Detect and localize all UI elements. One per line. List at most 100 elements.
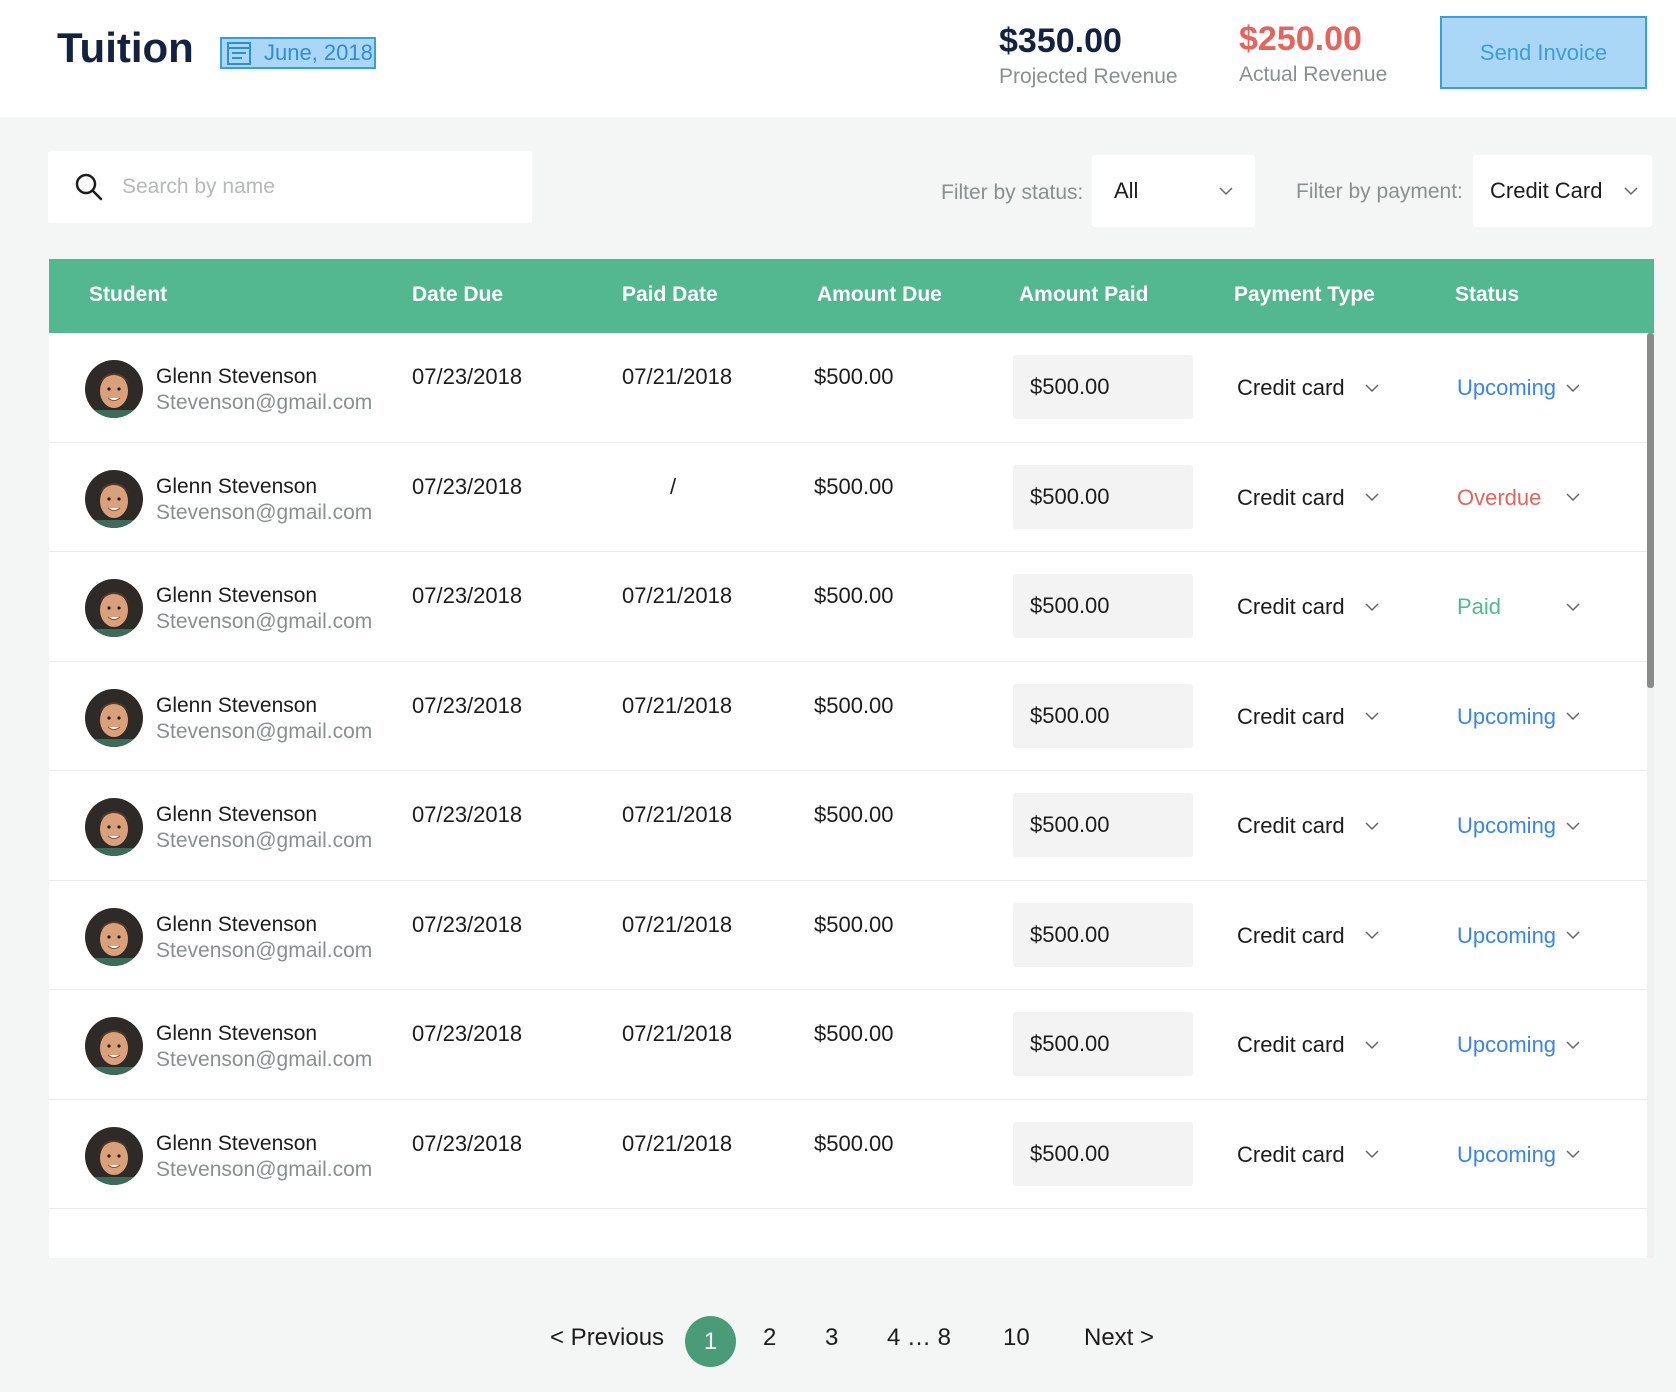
table-header: Student Date Due Paid Date Amount Due Am… bbox=[49, 259, 1654, 333]
payment-filter-select[interactable]: Credit Card bbox=[1473, 155, 1652, 227]
column-header-status[interactable]: Status bbox=[1455, 283, 1519, 307]
scrollbar-thumb[interactable] bbox=[1647, 333, 1654, 688]
chevron-down-icon bbox=[1365, 602, 1379, 611]
table-row[interactable]: Glenn Stevenson Stevenson@gmail.com 07/23/… bbox=[49, 552, 1649, 662]
table-body: Glenn Stevenson Stevenson@gmail.com 07/23/… bbox=[49, 333, 1654, 1209]
payment-type-value: Credit card bbox=[1237, 1032, 1345, 1057]
column-header-amount-paid[interactable]: Amount Paid bbox=[1019, 283, 1149, 307]
payment-type-value: Credit card bbox=[1237, 922, 1345, 948]
pagination-next[interactable]: Next > bbox=[1084, 1324, 1154, 1352]
chevron-down-icon bbox=[1365, 1040, 1379, 1049]
amount-paid-input[interactable]: $500.00 bbox=[1013, 574, 1193, 638]
date-due: 07/23/2018 bbox=[412, 692, 523, 718]
table-scrollbar[interactable] bbox=[1647, 333, 1654, 1258]
status-select[interactable]: Upcoming bbox=[1457, 923, 1580, 949]
avatar bbox=[85, 579, 143, 637]
table-row[interactable]: Glenn Stevenson Stevenson@gmail.com 07/23/… bbox=[49, 443, 1649, 552]
pagination-page-current[interactable]: 1 bbox=[685, 1316, 736, 1367]
student-name: Glenn Stevenson bbox=[156, 365, 318, 388]
column-header-amount-due[interactable]: Amount Due bbox=[817, 283, 942, 307]
column-header-payment-type[interactable]: Payment Type bbox=[1234, 283, 1375, 307]
status-select[interactable]: Paid bbox=[1457, 594, 1580, 620]
amount-due: $500.00 bbox=[814, 473, 894, 499]
amount-paid-input[interactable]: $500.00 bbox=[1013, 1012, 1193, 1076]
column-header-student[interactable]: Student bbox=[89, 283, 167, 307]
amount-due: $500.00 bbox=[814, 911, 894, 937]
student-name: Glenn Stevenson bbox=[156, 474, 318, 498]
chevron-down-icon bbox=[1365, 712, 1379, 721]
projected-revenue-label: Projected Revenue bbox=[999, 65, 1178, 88]
send-invoice-button[interactable]: Send Invoice bbox=[1440, 16, 1647, 89]
avatar bbox=[85, 907, 143, 966]
status-select[interactable]: Overdue bbox=[1457, 485, 1580, 511]
table-row[interactable]: Glenn Stevenson Stevenson@gmail.com 07/23/… bbox=[49, 662, 1649, 771]
pagination-page[interactable]: 10 bbox=[1003, 1324, 1030, 1352]
chevron-down-icon bbox=[1566, 712, 1580, 721]
amount-paid-input[interactable]: $500.00 bbox=[1013, 793, 1193, 857]
column-header-date-due[interactable]: Date Due bbox=[412, 283, 503, 307]
amount-paid-input[interactable]: $500.00 bbox=[1013, 683, 1193, 748]
payment-type-value: Credit card bbox=[1237, 1141, 1345, 1167]
chevron-down-icon bbox=[1365, 493, 1379, 502]
student-name: Glenn Stevenson bbox=[156, 803, 318, 826]
amount-due: $500.00 bbox=[814, 583, 894, 608]
status-select[interactable]: Upcoming bbox=[1457, 375, 1580, 401]
payment-type-select[interactable]: Credit card bbox=[1237, 1032, 1379, 1058]
chevron-down-icon bbox=[1365, 1150, 1379, 1159]
student-email: Stevenson@gmail.com bbox=[156, 829, 373, 852]
payment-type-select[interactable]: Credit card bbox=[1237, 485, 1379, 511]
amount-due: $500.00 bbox=[814, 1130, 894, 1156]
payment-type-value: Credit card bbox=[1237, 484, 1345, 510]
status-select[interactable]: Upcoming bbox=[1457, 704, 1580, 730]
date-due: 07/23/2018 bbox=[412, 802, 523, 827]
payment-type-select[interactable]: Credit card bbox=[1237, 813, 1379, 839]
student-email: Stevenson@gmail.com bbox=[156, 938, 373, 962]
table-row[interactable]: Glenn Stevenson Stevenson@gmail.com 07/23/… bbox=[49, 1100, 1649, 1209]
pagination-page[interactable]: 3 bbox=[825, 1324, 838, 1352]
payment-type-select[interactable]: Credit card bbox=[1237, 704, 1379, 730]
chevron-down-icon bbox=[1566, 1150, 1580, 1159]
actual-revenue-value: $250.00 bbox=[1239, 20, 1362, 58]
column-header-paid-date[interactable]: Paid Date bbox=[622, 283, 718, 307]
pagination-page-range[interactable]: 4 … 8 bbox=[887, 1324, 951, 1352]
projected-revenue-value: $350.00 bbox=[999, 22, 1122, 60]
payment-type-value: Credit card bbox=[1237, 594, 1345, 619]
amount-paid-input[interactable]: $500.00 bbox=[1013, 464, 1193, 529]
search-input[interactable] bbox=[122, 175, 502, 199]
status-select[interactable]: Upcoming bbox=[1457, 813, 1580, 839]
payment-type-select[interactable]: Credit card bbox=[1237, 375, 1379, 401]
amount-due: $500.00 bbox=[814, 364, 894, 389]
table-row[interactable]: Glenn Stevenson Stevenson@gmail.com 07/23/… bbox=[49, 333, 1649, 443]
payment-type-select[interactable]: Credit card bbox=[1237, 923, 1379, 949]
chevron-down-icon bbox=[1566, 931, 1580, 940]
pagination-page[interactable]: 2 bbox=[763, 1324, 776, 1352]
chevron-down-icon bbox=[1566, 383, 1580, 392]
student-name: Glenn Stevenson bbox=[156, 693, 318, 717]
chevron-down-icon bbox=[1365, 383, 1379, 392]
paid-date: 07/21/2018 bbox=[622, 911, 733, 937]
chevron-down-icon bbox=[1566, 1040, 1580, 1049]
filter-payment-label: Filter by payment: bbox=[1296, 180, 1463, 203]
payment-type-select[interactable]: Credit card bbox=[1237, 1142, 1379, 1168]
month-picker[interactable]: June, 2018 bbox=[220, 37, 376, 69]
month-picker-label: June, 2018 bbox=[264, 40, 373, 65]
actual-revenue-label: Actual Revenue bbox=[1239, 63, 1388, 86]
amount-due: $500.00 bbox=[814, 802, 894, 827]
chevron-down-icon bbox=[1566, 493, 1580, 502]
status-select[interactable]: Upcoming bbox=[1457, 1032, 1580, 1058]
payment-type-select[interactable]: Credit card bbox=[1237, 594, 1379, 620]
paid-date: 07/21/2018 bbox=[622, 692, 733, 718]
table-row[interactable]: Glenn Stevenson Stevenson@gmail.com 07/23/… bbox=[49, 990, 1649, 1100]
student-email: Stevenson@gmail.com bbox=[156, 1048, 373, 1071]
amount-paid-input[interactable]: $500.00 bbox=[1013, 902, 1193, 967]
table-row[interactable]: Glenn Stevenson Stevenson@gmail.com 07/23/… bbox=[49, 771, 1649, 881]
amount-paid-input[interactable]: $500.00 bbox=[1013, 355, 1193, 419]
amount-paid-input[interactable]: $500.00 bbox=[1013, 1121, 1193, 1186]
table-row[interactable]: Glenn Stevenson Stevenson@gmail.com 07/23/… bbox=[49, 881, 1649, 990]
status-filter-select[interactable]: All bbox=[1092, 155, 1255, 227]
paid-date: 07/21/2018 bbox=[622, 1021, 733, 1046]
pagination-previous[interactable]: < Previous bbox=[550, 1324, 664, 1352]
status-select[interactable]: Upcoming bbox=[1457, 1142, 1580, 1168]
status-value: Upcoming bbox=[1457, 1141, 1557, 1167]
search-box[interactable] bbox=[48, 151, 532, 223]
